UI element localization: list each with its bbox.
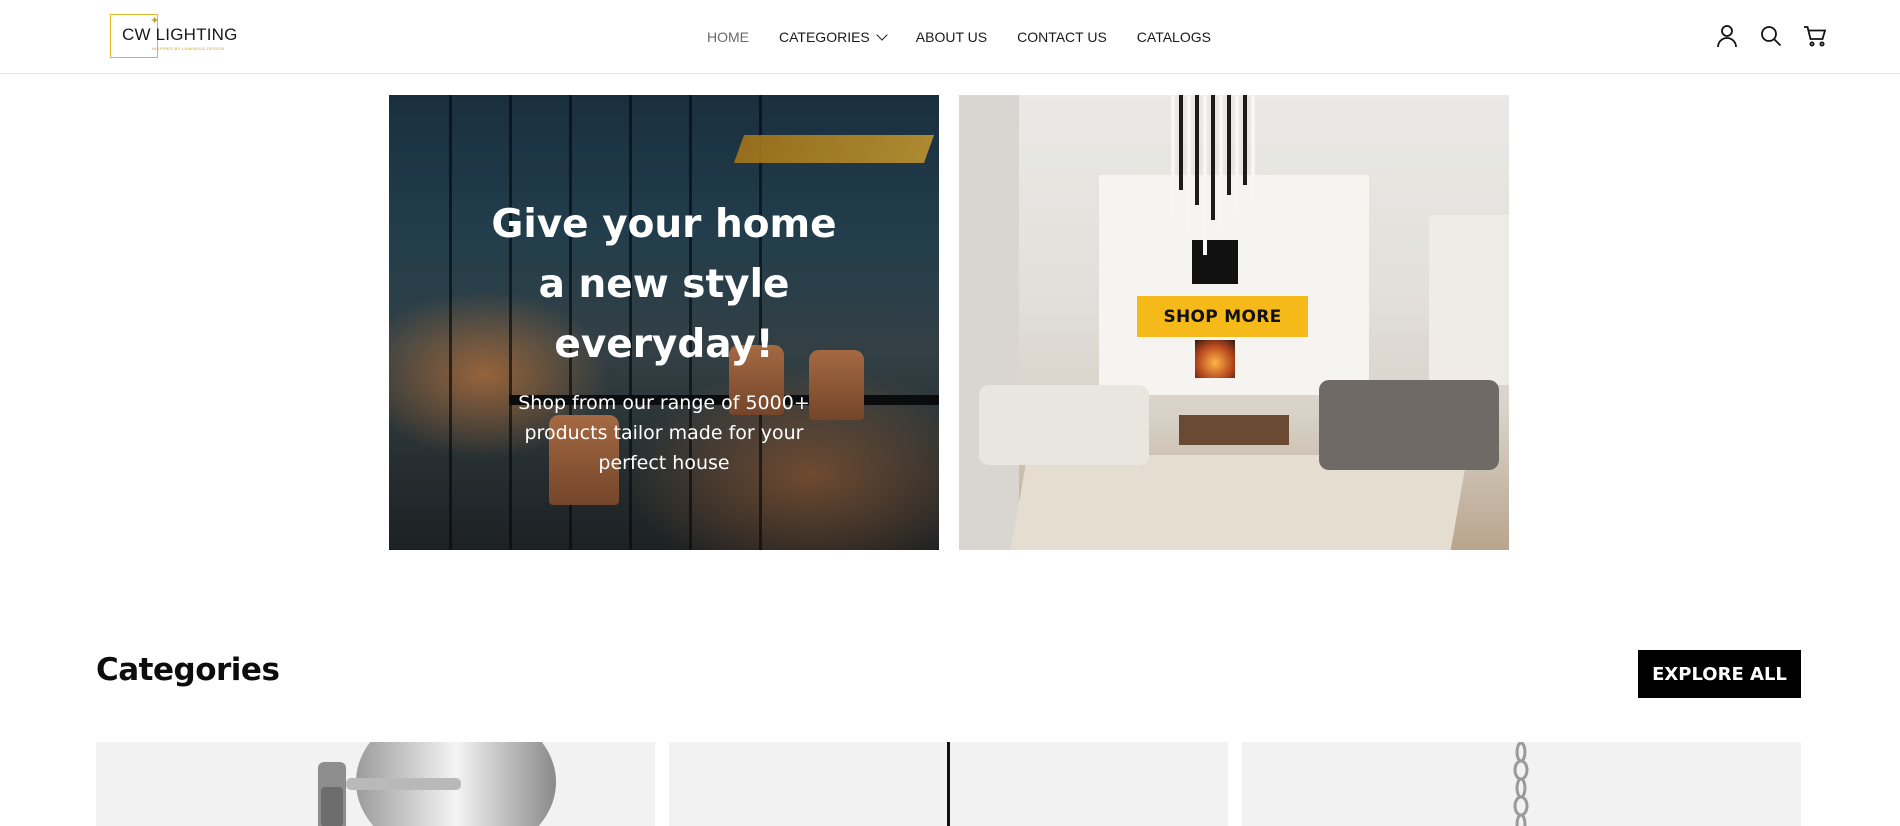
nav-catalogs[interactable]: CATALOGS <box>1137 29 1211 45</box>
logo-tagline: INSPIRED BY LUMINOUS DESIGN <box>152 46 225 51</box>
logo-wordmark: CW LIGHTING <box>122 25 238 44</box>
explore-all-button[interactable]: EXPLORE ALL <box>1638 650 1801 698</box>
categories-heading: Categories <box>96 652 280 688</box>
hero-title: Give your home a new style everyday! <box>389 195 939 375</box>
shop-more-button[interactable]: SHOP MORE <box>1137 296 1308 337</box>
hero-subtitle-line: perfect house <box>598 452 730 474</box>
nav-categories[interactable]: CATEGORIES <box>779 28 888 45</box>
chevron-down-icon <box>876 28 888 41</box>
category-card-wall-sconce[interactable] <box>96 742 655 826</box>
wall-sconce-image <box>318 742 556 826</box>
hero-title-line: everyday! <box>554 322 774 367</box>
search-icon[interactable] <box>1759 24 1783 48</box>
nav-home[interactable]: HOME <box>707 29 749 45</box>
nav-contact-us[interactable]: CONTACT US <box>1017 29 1107 45</box>
account-icon[interactable] <box>1715 24 1739 48</box>
category-card-chandelier[interactable] <box>1242 742 1801 826</box>
category-card-pendant[interactable] <box>669 742 1228 826</box>
main-nav: HOME CATEGORIES ABOUT US CONTACT US CATA… <box>707 28 1211 45</box>
header-icons <box>1715 24 1827 48</box>
pendant-light-image <box>947 742 950 826</box>
nav-about-us[interactable]: ABOUT US <box>916 29 987 45</box>
hero-subtitle-line: products tailor made for your <box>524 422 804 444</box>
hero-title-line: Give your home <box>491 202 837 247</box>
hero-title-line: a new style <box>538 262 790 307</box>
chain-image <box>1513 742 1529 826</box>
site-header: ✦ CW LIGHTING INSPIRED BY LUMINOUS DESIG… <box>0 0 1900 74</box>
brand-logo[interactable]: ✦ CW LIGHTING INSPIRED BY LUMINOUS DESIG… <box>110 12 242 58</box>
hero-subtitle: Shop from our range of 5000+ products ta… <box>499 388 829 478</box>
hero-subtitle-line: Shop from our range of 5000+ <box>518 392 810 414</box>
nav-categories-label: CATEGORIES <box>779 29 870 45</box>
cart-icon[interactable] <box>1803 24 1827 48</box>
